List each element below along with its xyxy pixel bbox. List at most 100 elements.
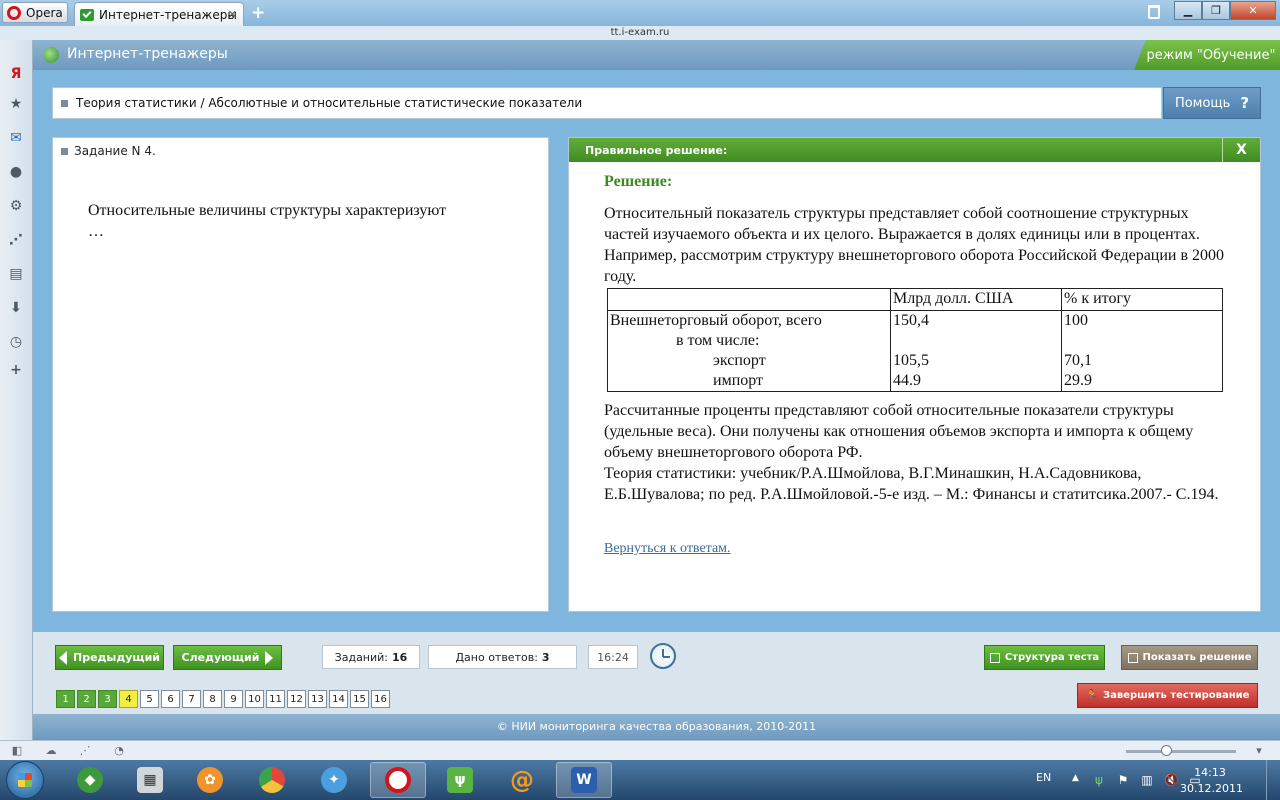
address-display[interactable]: tt.i-exam.ru bbox=[0, 26, 1280, 40]
next-label: Следующий bbox=[181, 651, 260, 664]
table-cell bbox=[890, 331, 1062, 351]
question-number-button[interactable]: 9 bbox=[224, 690, 243, 708]
question-number-button[interactable]: 14 bbox=[329, 690, 348, 708]
finish-test-button[interactable]: 🏃 Завершить тестирование bbox=[1077, 683, 1258, 708]
panel-toggle-icon[interactable]: ◧ bbox=[10, 744, 24, 757]
notes-icon[interactable]: ▤ bbox=[8, 266, 24, 282]
close-solution-button[interactable]: X bbox=[1222, 138, 1260, 162]
network-icon[interactable]: ▥ bbox=[1140, 773, 1154, 787]
qip-tray-icon[interactable]: ψ bbox=[1092, 773, 1106, 787]
show-solution-button[interactable]: Показать решение bbox=[1121, 645, 1258, 670]
site-favicon-icon bbox=[80, 8, 94, 21]
unite-status-icon[interactable]: ⋰ bbox=[78, 744, 92, 757]
settings-gear-icon[interactable]: ⚙ bbox=[8, 198, 24, 214]
tab-close-icon[interactable]: ✕ bbox=[228, 8, 237, 21]
language-indicator[interactable]: EN bbox=[1036, 771, 1051, 784]
question-number-button[interactable]: 1 bbox=[56, 690, 75, 708]
question-number-button[interactable]: 13 bbox=[308, 690, 327, 708]
question-number-button[interactable]: 8 bbox=[203, 690, 222, 708]
table-header-cell: Млрд долл. США bbox=[890, 288, 1062, 311]
word-icon: W bbox=[571, 767, 597, 793]
solution-title: Решение: bbox=[604, 173, 673, 190]
zoom-slider-handle[interactable] bbox=[1161, 745, 1172, 756]
help-label: Помощь bbox=[1174, 95, 1231, 111]
taskbar-app-opera[interactable] bbox=[370, 762, 426, 798]
table-cell: Внешнеторговый оборот, всего bbox=[607, 310, 891, 331]
tasks-label: Заданий: bbox=[334, 650, 389, 664]
volume-muted-icon[interactable]: 🔇 bbox=[1164, 773, 1179, 787]
question-number-button[interactable]: 2 bbox=[77, 690, 96, 708]
task-panel: Задание N 4. Относительные величины стру… bbox=[52, 137, 549, 612]
trash-icon[interactable] bbox=[1148, 5, 1160, 19]
question-number-button[interactable]: 6 bbox=[161, 690, 180, 708]
action-center-flag-icon[interactable]: ⚑ bbox=[1116, 773, 1130, 787]
question-number-button[interactable]: 15 bbox=[350, 690, 369, 708]
taskbar-app-icq[interactable]: ✿ bbox=[182, 762, 238, 798]
sims-icon: ◆ bbox=[77, 767, 103, 793]
question-number-button[interactable]: 3 bbox=[98, 690, 117, 708]
taskbar-app-word[interactable]: W bbox=[556, 762, 612, 798]
back-to-answers-link[interactable]: Вернуться к ответам. bbox=[604, 541, 731, 557]
show-solution-label: Показать решение bbox=[1142, 652, 1252, 663]
solution-reference: Теория статистики: учебник/Р.А.Шмойлова,… bbox=[604, 465, 1219, 503]
bookmarks-star-icon[interactable]: ★ bbox=[8, 96, 24, 112]
browser-tab-active[interactable]: Интернет-тренажеры ✕ bbox=[74, 2, 244, 26]
table-header-row: Млрд долл. США % к итогу bbox=[607, 288, 1223, 311]
question-number-button[interactable]: 12 bbox=[287, 690, 306, 708]
show-desktop-button[interactable] bbox=[1266, 760, 1280, 800]
question-number-button[interactable]: 4 bbox=[119, 690, 138, 708]
taskbar-app-qip[interactable]: ψ bbox=[432, 762, 488, 798]
table-cell: 70,1 bbox=[1061, 351, 1223, 371]
close-window-button[interactable]: ✕ bbox=[1230, 1, 1276, 20]
breadcrumb-text: Теория статистики / Абсолютные и относит… bbox=[76, 96, 583, 110]
show-hidden-icons-icon[interactable]: ▲ bbox=[1072, 773, 1079, 783]
app-logo-icon bbox=[43, 47, 59, 63]
zoom-slider[interactable] bbox=[1126, 750, 1236, 753]
task-question: Относительные величины структуры характе… bbox=[88, 200, 528, 242]
taskbar-app-mail-agent[interactable]: @ bbox=[494, 762, 550, 798]
taskbar-app-calculator[interactable]: ▦ bbox=[122, 762, 178, 798]
downloads-icon[interactable]: ⬇ bbox=[8, 300, 24, 316]
taskbar-clock-time[interactable]: 14:13 bbox=[1180, 766, 1240, 779]
table-cell: 105,5 bbox=[890, 351, 1062, 371]
history-clock-icon[interactable]: ◷ bbox=[8, 334, 24, 350]
mail-icon[interactable]: ✉ bbox=[8, 130, 24, 146]
add-panel-icon[interactable]: + bbox=[8, 362, 24, 378]
question-number-button[interactable]: 11 bbox=[266, 690, 285, 708]
zoom-menu-icon[interactable]: ▾ bbox=[1252, 744, 1266, 757]
next-button[interactable]: Следующий bbox=[173, 645, 282, 670]
start-button[interactable] bbox=[6, 761, 44, 799]
bullet-icon bbox=[61, 147, 68, 155]
solution-panel: Правильное решение: X Решение: Относител… bbox=[568, 137, 1261, 612]
contacts-icon[interactable]: ● bbox=[8, 164, 24, 180]
new-tab-icon[interactable]: + bbox=[251, 3, 265, 23]
task-number: Задание N 4. bbox=[74, 144, 156, 158]
taskbar-app-sims[interactable]: ◆ bbox=[62, 762, 118, 798]
question-number-button[interactable]: 7 bbox=[182, 690, 201, 708]
table-cell: 44.9 bbox=[890, 371, 1062, 392]
answers-label: Дано ответов: bbox=[455, 650, 538, 664]
arrow-right-icon bbox=[265, 650, 274, 665]
question-number-button[interactable]: 5 bbox=[140, 690, 159, 708]
taskbar-app-chrome[interactable] bbox=[244, 762, 300, 798]
cloud-icon[interactable]: ☁ bbox=[44, 744, 58, 757]
unite-icon[interactable]: ⋰ bbox=[8, 232, 24, 248]
speed-dial-icon[interactable]: ◔ bbox=[112, 744, 126, 757]
taskbar-app-safari[interactable]: ✦ bbox=[306, 762, 362, 798]
mail-agent-icon: @ bbox=[510, 766, 534, 794]
previous-button[interactable]: Предыдущий bbox=[55, 645, 164, 670]
taskbar-clock-date[interactable]: 30.12.2011 bbox=[1180, 782, 1243, 795]
opera-menu-button[interactable]: Opera bbox=[2, 2, 68, 23]
yandex-icon[interactable]: Я bbox=[8, 66, 24, 82]
question-number-button[interactable]: 16 bbox=[371, 690, 390, 708]
test-structure-button[interactable]: Структура теста bbox=[984, 645, 1105, 670]
maximize-button[interactable]: ❐ bbox=[1202, 1, 1230, 20]
solution-explanation: Рассчитанные проценты представляют собой… bbox=[604, 400, 1234, 505]
minimize-button[interactable]: ▁ bbox=[1174, 1, 1202, 20]
help-button[interactable]: Помощь ? bbox=[1163, 87, 1261, 119]
test-structure-label: Структура теста bbox=[1004, 652, 1100, 663]
question-number-button[interactable]: 10 bbox=[245, 690, 264, 708]
table-row: в том числе: bbox=[607, 331, 1223, 351]
opera-icon bbox=[385, 767, 411, 793]
list-icon bbox=[989, 652, 1000, 663]
